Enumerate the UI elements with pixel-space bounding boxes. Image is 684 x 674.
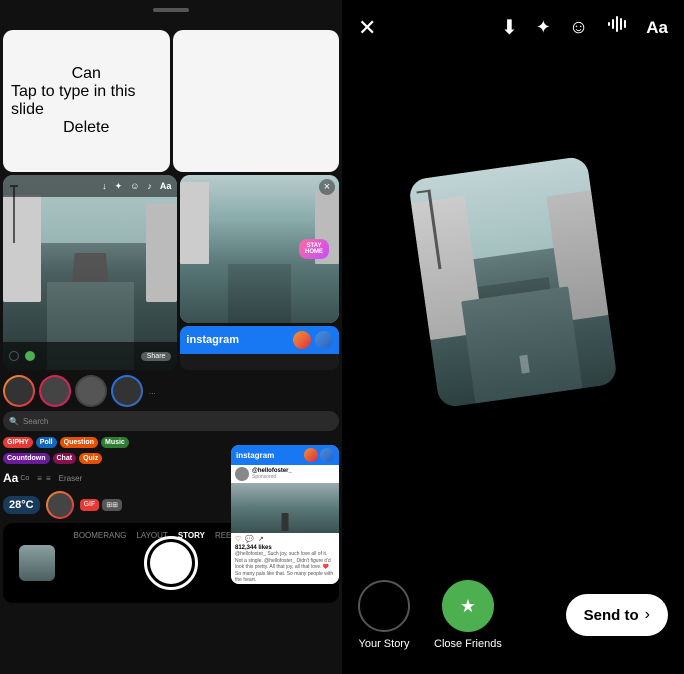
sticker-question[interactable]: Question: [60, 437, 98, 448]
profile-avatar: [46, 491, 74, 519]
sponsored-label: Sponsored: [252, 474, 292, 480]
drafts-section: Can Tap to type in this slide Delete: [0, 0, 342, 175]
stay-home-sticker: STAY HOME: [299, 239, 329, 259]
camera-shutter-button[interactable]: [144, 536, 198, 590]
post-user-avatar: [235, 467, 249, 481]
draft-card-1[interactable]: Can Tap to type in this slide Delete: [3, 30, 170, 172]
send-to-arrow-icon: ›: [645, 606, 650, 624]
gallery-preview[interactable]: [19, 545, 55, 581]
sticker-extra-1[interactable]: GIF: [80, 499, 100, 511]
mode-layout[interactable]: LAYOUT: [136, 531, 167, 540]
draft-delete[interactable]: Delete: [63, 119, 109, 137]
sticker-extra-2[interactable]: ⊞⊞: [102, 499, 122, 511]
story-thumb-2[interactable]: [39, 375, 71, 407]
download-icon-small[interactable]: ↓: [102, 181, 107, 191]
search-placeholder: Search: [23, 417, 48, 426]
sparkles-icon-small[interactable]: ✦: [115, 181, 123, 192]
sticker-editor-panel: STAY HOME ×: [180, 175, 339, 323]
shutter-inner: [150, 542, 192, 584]
audio-icon-small[interactable]: ♪: [147, 181, 152, 191]
close-friends-label: Close Friends: [434, 638, 502, 650]
text-icon-small[interactable]: Aa: [160, 181, 172, 191]
your-story-dot-small: [9, 351, 19, 361]
sticker-countdown[interactable]: Countdown: [3, 453, 50, 464]
share-btn-small[interactable]: Share: [141, 352, 172, 361]
sticker-poll[interactable]: Poll: [36, 437, 57, 448]
insta-story-av2: [320, 448, 334, 462]
your-story-label: Your Story: [359, 638, 410, 650]
mode-story[interactable]: STORY: [178, 531, 205, 540]
temp-badge: 28°C: [3, 496, 40, 514]
like-icon[interactable]: ♡: [235, 535, 241, 543]
story-photo-card: [408, 156, 618, 409]
search-icon: 🔍: [9, 417, 19, 426]
your-story-option[interactable]: Your Story: [358, 580, 410, 650]
sparkles-button[interactable]: ✦: [536, 17, 551, 38]
feed-blue-bar: instagram: [180, 326, 339, 354]
feed-avatar-2: [315, 331, 333, 349]
download-button[interactable]: ⬇: [501, 15, 518, 40]
drag-handle[interactable]: [153, 8, 189, 12]
story-editor-section: ↓ ✦ ☺ ♪ Aa Share: [0, 175, 342, 370]
story-thumb-4[interactable]: [111, 375, 143, 407]
right-panel: ✕ ⬇ ✦ ☺ Aa: [342, 0, 684, 674]
fb-logo-text: instagram: [186, 334, 239, 346]
send-to-button[interactable]: Send to ›: [566, 594, 668, 636]
story-toolbar: ✕ ⬇ ✦ ☺ Aa: [342, 0, 684, 55]
close-button[interactable]: ✕: [358, 15, 376, 41]
stories-scroll-row: ...: [3, 373, 339, 409]
insta-feed-logo: instagram: [236, 451, 274, 460]
your-story-circle: [358, 580, 410, 632]
close-friends-dot-small: [25, 351, 35, 361]
post-text-area: 812,344 likes @hellofoster_ Such joy, su…: [231, 545, 339, 584]
aa-label: Aa: [3, 471, 18, 485]
story-preview: [342, 0, 684, 564]
sticker-music[interactable]: Music: [101, 437, 129, 448]
comment-icon[interactable]: 💬: [245, 535, 254, 543]
sticker-giphy[interactable]: GIPHY: [3, 437, 33, 448]
road-surface: [461, 286, 582, 404]
draft-subtitle: Tap to type in this slide: [11, 83, 162, 119]
checkmark-icon: ★: [460, 596, 476, 617]
left-panel: Can Tap to type in this slide Delete: [0, 0, 342, 674]
audio-button[interactable]: [606, 12, 628, 39]
social-feed-mock: instagram: [180, 326, 339, 370]
draft-card-2[interactable]: [173, 30, 340, 172]
sticker-search-bar[interactable]: 🔍 Search: [3, 411, 339, 431]
close-icon-editor[interactable]: ×: [319, 179, 335, 195]
align-center-icon[interactable]: ≡: [37, 474, 42, 483]
right-editor-column: STAY HOME × instagram: [180, 175, 339, 370]
send-to-label: Send to: [584, 607, 639, 624]
eraser-option[interactable]: Eraser: [59, 474, 83, 483]
close-friends-option[interactable]: ★ Close Friends: [434, 580, 502, 650]
toolbar-actions: ⬇ ✦ ☺ Aa: [501, 14, 668, 41]
close-friends-circle: ★: [442, 580, 494, 632]
person-in-photo: [282, 513, 289, 531]
align-left-icon[interactable]: ≡: [46, 474, 51, 483]
aa-option[interactable]: Aa Co: [3, 471, 29, 485]
sticker-icon-small[interactable]: ☺: [130, 181, 139, 191]
mode-boomerang[interactable]: BOOMERANG: [73, 531, 126, 540]
face-button[interactable]: ☺: [569, 17, 588, 39]
text-button[interactable]: Aa: [646, 18, 668, 38]
sticker-chat[interactable]: Chat: [53, 453, 77, 464]
share-icon[interactable]: ↗: [258, 535, 264, 543]
draft-title: Can: [72, 65, 101, 83]
story-thumb-3[interactable]: [75, 375, 107, 407]
bottom-action-bar: Your Story ★ Close Friends Send to ›: [342, 564, 684, 674]
feed-avatar-1: [293, 331, 311, 349]
story-thumb-1[interactable]: [3, 375, 35, 407]
align-options: ≡ ≡: [37, 474, 50, 483]
road-photo-editor[interactable]: ↓ ✦ ☺ ♪ Aa Share: [3, 175, 177, 370]
font-name: Co: [20, 475, 29, 482]
post-actions: ♡ 💬 ↗: [231, 533, 339, 545]
feed-post-image: [231, 483, 339, 533]
post-caption: @hellofoster_ Such joy, such love all of…: [235, 551, 335, 581]
road-photo-main: [408, 156, 618, 409]
instagram-feed-overlay: instagram @hellofoster_ Sponsored: [231, 445, 339, 584]
stories-more: ...: [149, 387, 156, 396]
sticker-quiz[interactable]: Quiz: [79, 453, 102, 464]
insta-story-av1: [304, 448, 318, 462]
